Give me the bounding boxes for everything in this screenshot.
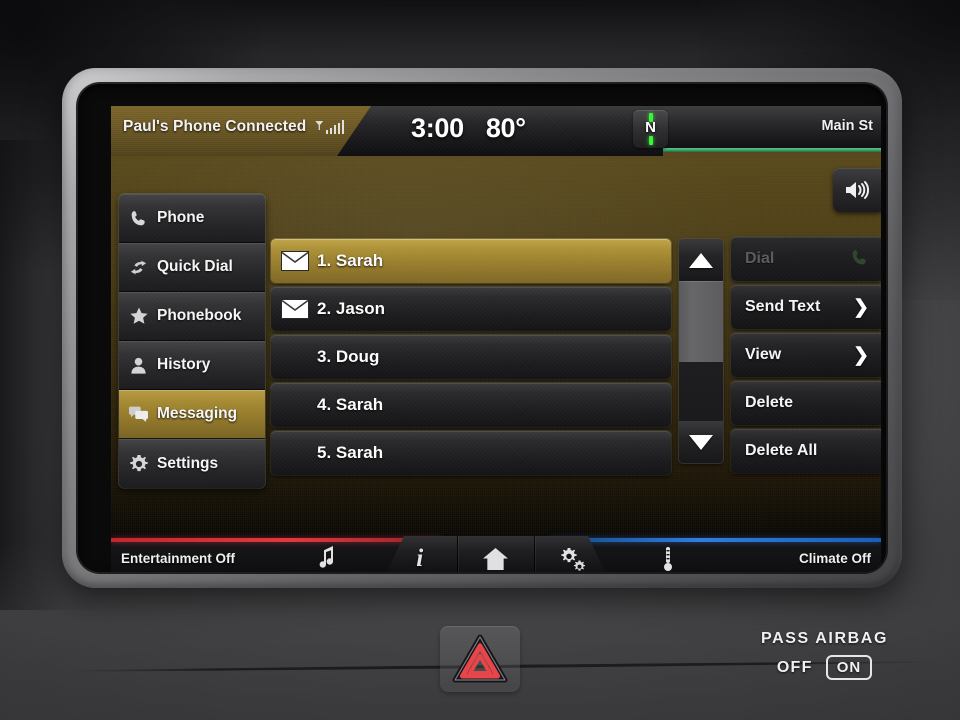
phone-handset-icon [128,208,149,229]
scroll-track[interactable] [679,281,723,421]
sidebar-item-settings[interactable]: Settings [119,439,265,488]
music-note-icon[interactable] [318,545,338,572]
hazard-lights-button[interactable] [440,626,520,692]
triangle-down-icon [689,434,713,450]
list-item[interactable]: 4. Sarah [271,383,671,427]
action-label: Delete All [745,442,818,459]
list-item-label: 3. Doug [317,347,380,366]
sidebar-item-label: Quick Dial [157,258,233,275]
sidebar-item-phonebook[interactable]: Phonebook [119,292,265,341]
list-item[interactable]: 5. Sarah [271,431,671,475]
signal-bars-icon [315,120,345,134]
phone-connection-status: Paul's Phone Connected [123,118,345,136]
phone-status-label: Paul's Phone Connected [123,118,307,135]
home-button[interactable] [457,536,533,572]
passenger-airbag-indicator: PASS AIRBAG OFF ON [761,630,888,680]
chevron-right-icon: ❯ [853,344,869,366]
clock-time: 3:00 [411,113,464,143]
message-list[interactable]: 1. Sarah 2. Jason 3. Doug 4. Sarah 5. Sa… [271,239,671,475]
sidebar-item-label: Phonebook [157,307,242,324]
dial-button: Dial [731,237,881,281]
list-scrollbar[interactable] [679,239,723,463]
phone-handset-icon [850,248,869,270]
sidebar-item-messaging[interactable]: Messaging [119,390,265,439]
status-header: Paul's Phone Connected 3:00 80° N Main S… [111,106,881,156]
list-item-label: 4. Sarah [317,395,384,414]
compass-needle-south [648,136,653,145]
delete-all-button[interactable]: Delete All [731,429,881,473]
quick-dial-arrows-icon [128,257,149,278]
vehicle-dashboard: Paul's Phone Connected 3:00 80° N Main S… [0,0,960,720]
chevron-right-icon: ❯ [853,296,869,318]
list-item-label: 2. Jason [317,299,386,318]
action-label: View [745,346,782,363]
sidebar-item-phone[interactable]: Phone [119,194,265,243]
sidebar-item-label: Phone [157,209,205,226]
star-icon [128,306,149,327]
sidebar-item-label: Settings [157,454,219,472]
envelope-icon [281,299,309,319]
action-label: Dial [745,250,775,267]
gear-icon [128,453,149,474]
display-bezel-inner: Paul's Phone Connected 3:00 80° N Main S… [78,84,886,572]
triangle-up-icon [689,252,713,268]
speech-bubbles-icon [128,404,149,425]
list-item-label: 1. Sarah [317,251,384,270]
envelope-icon [281,251,309,271]
system-bottom-bar[interactable]: Entertainment Off i Climate Off [111,536,881,572]
scroll-up-button[interactable] [679,239,723,281]
volume-button[interactable] [833,168,881,212]
hazard-triangle-icon [452,634,508,683]
sidebar-item-label: Messaging [157,405,238,422]
scroll-down-button[interactable] [679,421,723,463]
send-text-button[interactable]: Send Text ❯ [731,285,881,329]
airbag-title-label: PASS AIRBAG [761,630,888,647]
gears-icon [561,547,586,571]
sidebar-item-label: History [157,356,211,373]
speaker-volume-icon [846,181,869,199]
person-icon [128,355,149,376]
list-item-label: 5. Sarah [317,443,384,462]
home-icon [483,547,509,571]
infotainment-screen[interactable]: Paul's Phone Connected 3:00 80° N Main S… [111,106,881,572]
delete-button[interactable]: Delete [731,381,881,425]
phone-menu-sidebar[interactable]: Phone Quick Dial Phonebook History Messa… [119,194,265,488]
scroll-thumb[interactable] [679,281,723,363]
outside-temperature: 80° [485,113,526,143]
action-label: Send Text [745,298,821,315]
view-button[interactable]: View ❯ [731,333,881,377]
action-label: Delete [745,394,794,411]
sidebar-item-history[interactable]: History [119,341,265,390]
message-actions-panel[interactable]: Dial Send Text ❯ View ❯ Delete Delete Al… [731,237,881,473]
current-street-label: Main St [821,118,873,134]
climate-accent-bar [551,538,881,542]
entertainment-accent-bar [111,538,441,542]
entertainment-status-label[interactable]: Entertainment Off [121,551,235,566]
sidebar-item-quick-dial[interactable]: Quick Dial [119,243,265,292]
airbag-off-label: OFF [776,658,813,676]
list-item[interactable]: 3. Doug [271,335,671,379]
clock-temperature-group: 3:00 80° [411,113,526,144]
bottom-center-buttons[interactable]: i [382,536,610,572]
airbag-on-indicator: ON [825,655,873,680]
climate-status-label[interactable]: Climate Off [799,551,871,566]
airbag-state-row: OFF ON [761,655,888,680]
list-item[interactable]: 1. Sarah [271,239,671,283]
list-item[interactable]: 2. Jason [271,287,671,331]
compass-indicator: N [633,110,668,148]
compass-heading-label: N [645,119,656,136]
display-bezel: Paul's Phone Connected 3:00 80° N Main S… [62,68,902,588]
thermometer-icon[interactable] [661,546,675,572]
info-icon: i [416,545,424,572]
